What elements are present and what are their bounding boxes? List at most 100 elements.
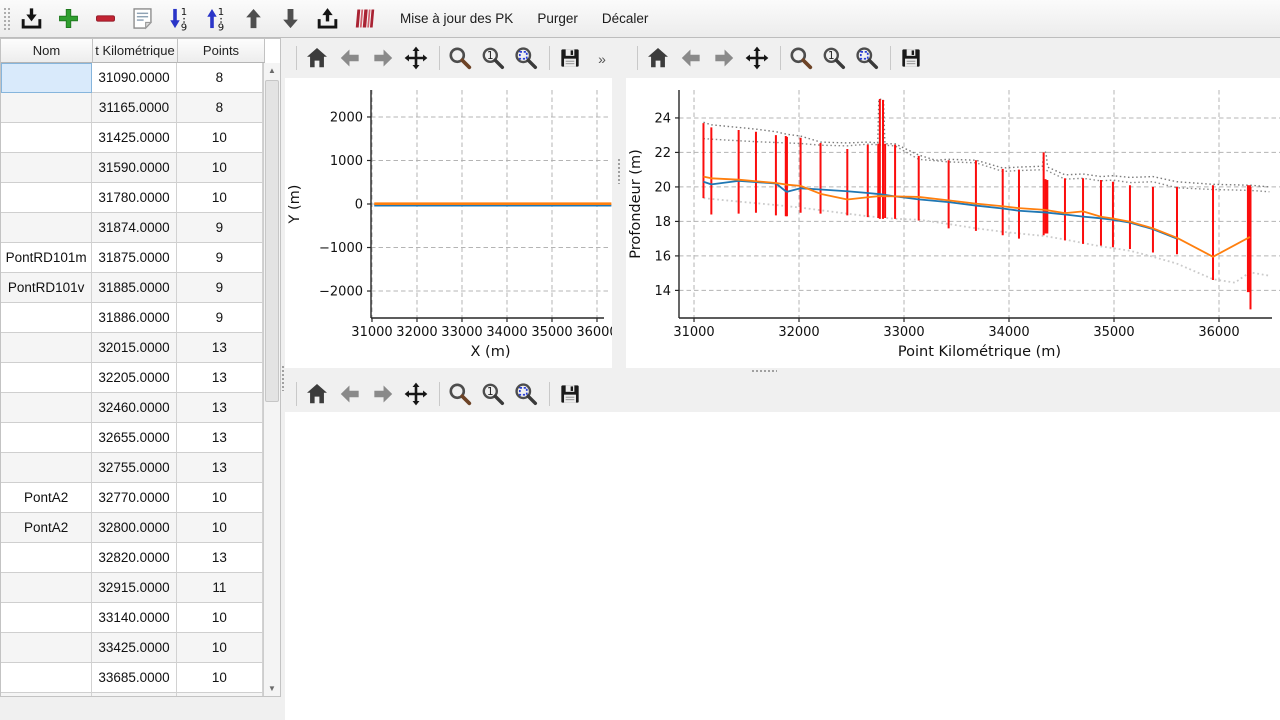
cell-points[interactable]: 13 — [177, 393, 263, 423]
move-up-button[interactable] — [237, 3, 269, 35]
cell-pk[interactable]: 32770.0000 — [92, 483, 176, 513]
toolbar-grip[interactable] — [3, 7, 11, 31]
cell-pk[interactable]: 31874.0000 — [92, 213, 176, 243]
cell-nom[interactable] — [1, 93, 92, 123]
cell-nom[interactable] — [1, 153, 92, 183]
save-button[interactable] — [896, 43, 926, 73]
cell-nom[interactable] — [1, 333, 92, 363]
cell-pk[interactable]: 33685.0000 — [92, 663, 176, 693]
zoom-one-button[interactable]: 1 — [478, 379, 508, 409]
back-button[interactable] — [335, 379, 365, 409]
cell-pk[interactable]: 31090.0000 — [92, 63, 176, 93]
home-button[interactable] — [643, 43, 673, 73]
column-header-point-kilometrique[interactable]: t Kilométrique — [93, 39, 178, 63]
cell-pk[interactable]: 32820.0000 — [92, 543, 176, 573]
cell-points[interactable]: 11 — [177, 573, 263, 603]
cell-nom[interactable] — [1, 543, 92, 573]
profiles-button[interactable] — [348, 3, 380, 35]
cell-pk[interactable]: 32460.0000 — [92, 393, 176, 423]
cell-nom[interactable] — [1, 363, 92, 393]
toolbar-overflow-button[interactable]: » — [594, 50, 610, 68]
pan-button[interactable] — [401, 379, 431, 409]
long-profile-canvas[interactable]: 3100032000330003400035000360001416182022… — [626, 78, 1280, 368]
cell-points[interactable]: 8 — [177, 93, 263, 123]
cell-points[interactable]: 13 — [177, 333, 263, 363]
save-button[interactable] — [555, 43, 585, 73]
cell-pk[interactable]: 32015.0000 — [92, 333, 176, 363]
forward-button[interactable] — [709, 43, 739, 73]
scrollbar-thumb[interactable] — [265, 80, 279, 402]
cell-pk[interactable]: 31780.0000 — [92, 183, 176, 213]
plots-vertical-splitter[interactable] — [612, 38, 626, 368]
cell-pk[interactable]: 31590.0000 — [92, 153, 176, 183]
cell-points[interactable]: 13 — [177, 453, 263, 483]
home-button[interactable] — [302, 43, 332, 73]
cell-nom[interactable] — [1, 183, 92, 213]
cell-points[interactable]: 13 — [177, 543, 263, 573]
notes-button[interactable] — [126, 3, 158, 35]
cell-pk[interactable]: 31875.0000 — [92, 243, 176, 273]
cell-points[interactable]: 9 — [177, 303, 263, 333]
cell-points[interactable]: 9 — [177, 273, 263, 303]
remove-button[interactable] — [89, 3, 121, 35]
home-button[interactable] — [302, 379, 332, 409]
scroll-up-icon[interactable]: ▲ — [264, 63, 280, 78]
pan-button[interactable] — [401, 43, 431, 73]
shift-button[interactable]: Décaler — [593, 4, 658, 34]
sort-descending-button[interactable]: 19 — [163, 3, 195, 35]
update-pk-button[interactable]: Mise à jour des PK — [391, 4, 522, 34]
zoom-rect-button[interactable] — [445, 43, 475, 73]
cell-nom[interactable] — [1, 123, 92, 153]
cell-nom[interactable]: PontRD101m — [1, 243, 92, 273]
cell-nom[interactable] — [1, 633, 92, 663]
forward-button[interactable] — [368, 43, 398, 73]
cell-nom[interactable] — [1, 213, 92, 243]
cell-nom[interactable]: PontA2 — [1, 483, 92, 513]
table-scrollbar[interactable]: ▲ ▼ — [263, 63, 280, 696]
forward-button[interactable] — [368, 379, 398, 409]
cell-points[interactable]: 10 — [177, 183, 263, 213]
cell-points[interactable]: 13 — [177, 363, 263, 393]
cell-pk[interactable]: 32915.0000 — [92, 573, 176, 603]
cell-pk[interactable]: 32800.0000 — [92, 513, 176, 543]
zoom-one-button[interactable]: 1 — [819, 43, 849, 73]
cell-nom[interactable] — [1, 393, 92, 423]
cell-points[interactable]: 10 — [177, 513, 263, 543]
cell-pk[interactable]: 33140.0000 — [92, 603, 176, 633]
cell-pk[interactable]: 31885.0000 — [92, 273, 176, 303]
cell-nom[interactable] — [1, 693, 92, 696]
cell-points[interactable]: 10 — [177, 123, 263, 153]
cell-points[interactable]: 9 — [177, 213, 263, 243]
cell-nom[interactable] — [1, 573, 92, 603]
cell-pk[interactable]: 33425.0000 — [92, 633, 176, 663]
sort-ascending-button[interactable]: 19 — [200, 3, 232, 35]
zoom-extents-button[interactable] — [511, 43, 541, 73]
empty-plot-canvas[interactable] — [285, 412, 1280, 720]
purge-button[interactable]: Purger — [528, 4, 587, 34]
cell-points[interactable]: 13 — [177, 423, 263, 453]
cell-nom[interactable] — [1, 453, 92, 483]
cell-points[interactable]: 10 — [177, 603, 263, 633]
cell-points[interactable] — [177, 693, 263, 696]
move-down-button[interactable] — [274, 3, 306, 35]
cell-nom[interactable] — [1, 63, 92, 93]
cell-pk[interactable]: 32755.0000 — [92, 453, 176, 483]
cell-pk[interactable]: 31165.0000 — [92, 93, 176, 123]
cell-points[interactable]: 9 — [177, 243, 263, 273]
cell-nom[interactable] — [1, 423, 92, 453]
zoom-extents-button[interactable] — [511, 379, 541, 409]
cell-points[interactable]: 8 — [177, 63, 263, 93]
zoom-rect-button[interactable] — [786, 43, 816, 73]
cell-pk[interactable] — [92, 693, 176, 696]
cell-nom[interactable] — [1, 603, 92, 633]
cell-points[interactable]: 10 — [177, 663, 263, 693]
back-button[interactable] — [335, 43, 365, 73]
cell-pk[interactable]: 31425.0000 — [92, 123, 176, 153]
cell-nom[interactable] — [1, 303, 92, 333]
cell-points[interactable]: 10 — [177, 153, 263, 183]
cell-pk[interactable]: 32205.0000 — [92, 363, 176, 393]
import-button[interactable] — [15, 3, 47, 35]
cell-points[interactable]: 10 — [177, 483, 263, 513]
cell-pk[interactable]: 31886.0000 — [92, 303, 176, 333]
cell-nom[interactable]: PontRD101v — [1, 273, 92, 303]
